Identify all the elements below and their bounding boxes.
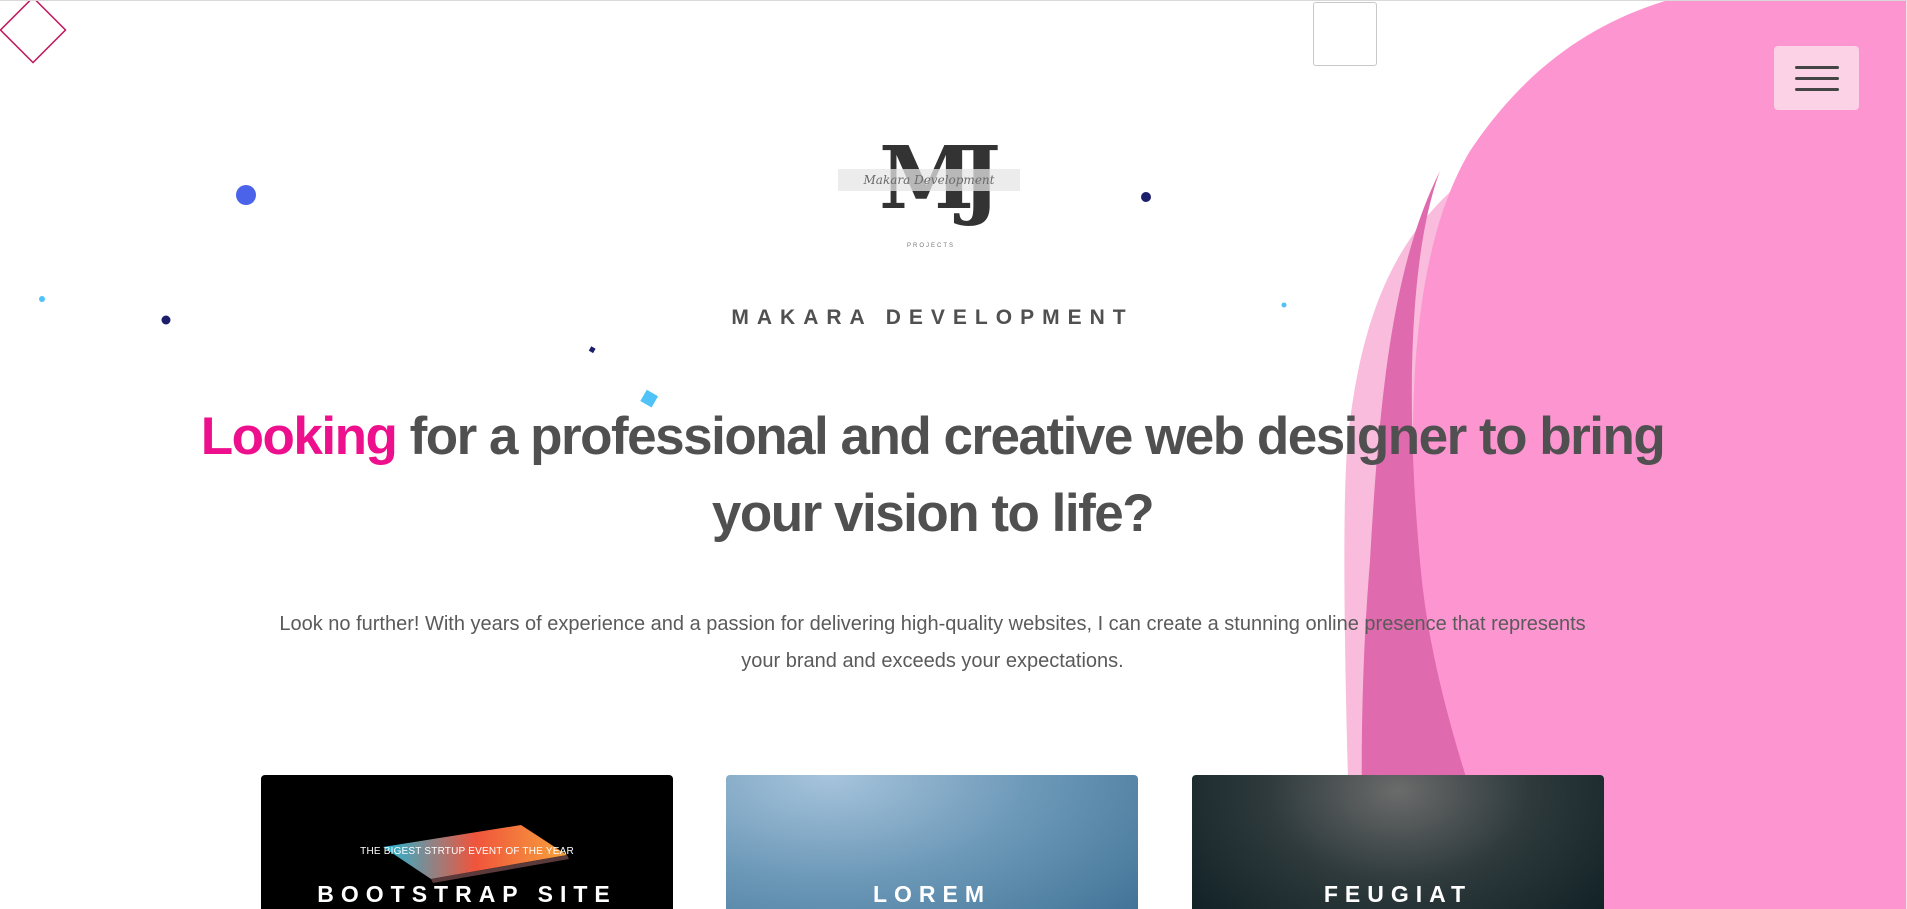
project-card-bootstrap[interactable]: THE BIGEST STRTUP EVENT OF THE YEAR BOOT…	[261, 775, 673, 909]
project-card-lorem[interactable]: LOREM	[726, 775, 1138, 909]
headline-rest: for a professional and creative web desi…	[396, 407, 1666, 543]
logo-script: Makara Development	[863, 173, 995, 187]
dot-navy	[1141, 192, 1151, 202]
diamond-outline	[0, 1, 67, 64]
card-title: FEUGIAT	[1323, 881, 1473, 907]
logo-subtitle: PROJECTS	[906, 243, 955, 249]
menu-button[interactable]	[1774, 46, 1859, 110]
card-subtitle: THE BIGEST STRTUP EVENT OF THE YEAR	[360, 846, 574, 857]
hamburger-icon-bar	[1794, 87, 1839, 91]
logo[interactable]: MJ Makara Development PROJECTS	[838, 129, 1024, 257]
brand-name: MAKARA DEVELOPMENT	[731, 306, 1134, 329]
dot-blue-large	[236, 185, 256, 205]
page: MJ Makara Development PROJECTS MAKARA DE…	[0, 0, 1907, 909]
hamburger-icon	[1794, 65, 1839, 69]
hero-headline: Looking for a professional and creative …	[200, 398, 1666, 552]
dot-sky-small	[39, 296, 45, 302]
card-title: BOOTSTRAP SITE	[317, 881, 617, 907]
top-placeholder-box[interactable]	[1313, 2, 1377, 66]
hamburger-icon-bar	[1794, 76, 1839, 80]
project-card-feugiat[interactable]: FEUGIAT	[1192, 775, 1604, 909]
headline-accent: Looking	[200, 407, 398, 466]
laptop-image	[383, 825, 569, 883]
hero-intro: Look no further! With years of experienc…	[279, 613, 1586, 672]
square-navy-tiny	[588, 346, 596, 354]
card-title: LOREM	[872, 881, 992, 907]
